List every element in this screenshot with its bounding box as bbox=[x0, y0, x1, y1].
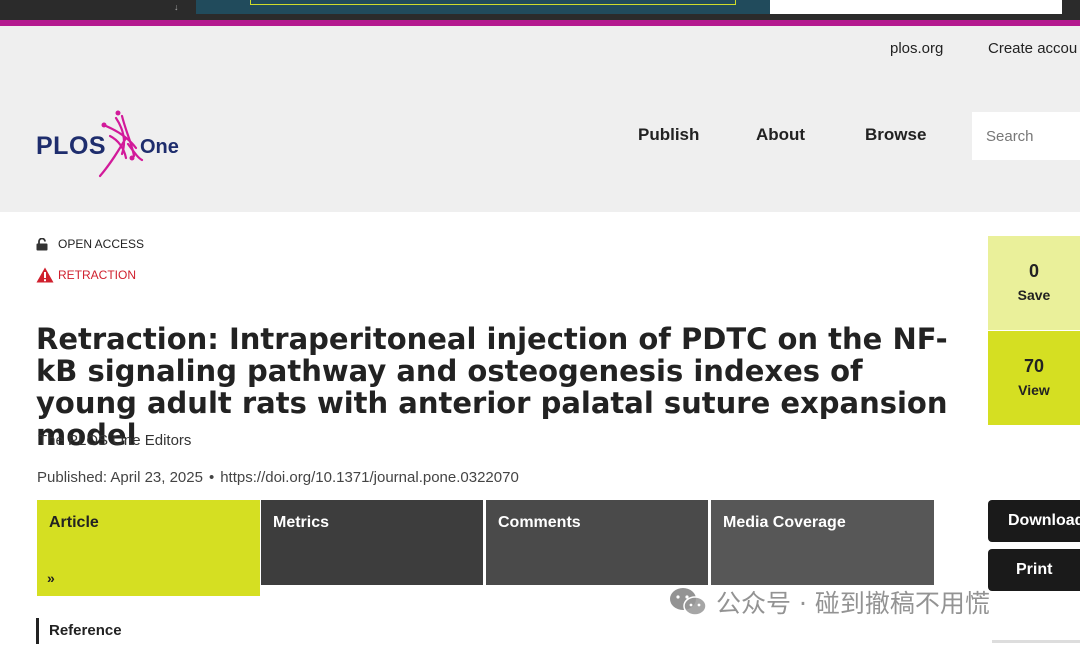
published-date: Published: April 23, 2025 bbox=[37, 469, 203, 486]
wechat-watermark: 公众号 · 碰到撤稿不用慌 bbox=[668, 584, 990, 620]
retraction-label: RETRACTION bbox=[36, 267, 136, 283]
plos-org-link[interactable]: plos.org bbox=[890, 40, 943, 57]
open-access-label: OPEN ACCESS bbox=[36, 237, 144, 251]
tab-metrics-label: Metrics bbox=[273, 514, 330, 531]
warning-icon bbox=[36, 267, 54, 283]
banner-white-panel bbox=[770, 0, 1062, 14]
ad-banner[interactable] bbox=[196, 0, 770, 14]
tab-comments[interactable]: Comments bbox=[486, 500, 708, 585]
site-header: plos.org Create accou PLOS One Publish A… bbox=[0, 26, 1080, 212]
open-lock-icon bbox=[36, 237, 48, 250]
sidebar-item-reference[interactable]: Reference bbox=[36, 618, 122, 644]
tab-media-coverage-label: Media Coverage bbox=[723, 514, 846, 531]
tab-article[interactable]: Article » bbox=[37, 500, 260, 596]
wechat-icon bbox=[670, 588, 707, 616]
publication-info: Published: April 23, 2025 • https://doi.or… bbox=[37, 469, 519, 486]
tab-comments-label: Comments bbox=[498, 514, 581, 531]
save-label: Save bbox=[1017, 287, 1051, 303]
view-metric[interactable]: 70 View bbox=[988, 331, 1080, 425]
save-metric[interactable]: 0 Save bbox=[988, 236, 1080, 330]
create-account-link[interactable]: Create accou bbox=[988, 40, 1077, 57]
download-button[interactable]: Download bbox=[988, 500, 1080, 542]
save-count: 0 bbox=[1028, 261, 1039, 281]
logo-one-text: One bbox=[140, 136, 179, 158]
open-access-text: OPEN ACCESS bbox=[58, 237, 145, 251]
article-author[interactable]: The PLOS One Editors bbox=[38, 432, 191, 449]
sidebar-divider bbox=[992, 640, 1080, 643]
banner-arrow-icon: ↓ bbox=[174, 2, 179, 12]
tab-article-label: Article bbox=[49, 514, 99, 531]
tab-metrics[interactable]: Metrics bbox=[261, 500, 483, 585]
retraction-text: RETRACTION bbox=[58, 268, 136, 282]
tab-media-coverage[interactable]: Media Coverage bbox=[711, 500, 934, 585]
nav-browse[interactable]: Browse bbox=[865, 125, 926, 145]
chevron-double-down-icon: » bbox=[47, 570, 55, 586]
nav-publish[interactable]: Publish bbox=[638, 125, 699, 145]
search-input[interactable] bbox=[972, 112, 1080, 160]
doi-link[interactable]: https://doi.org/10.1371/journal.pone.032… bbox=[220, 469, 519, 486]
view-label: View bbox=[1018, 382, 1050, 398]
logo-plos-text: PLOS bbox=[36, 132, 107, 160]
watermark-text: 公众号 · 碰到撤稿不用慌 bbox=[716, 589, 990, 618]
print-button[interactable]: Print bbox=[988, 549, 1080, 591]
plos-one-logo[interactable]: PLOS One bbox=[36, 108, 196, 188]
separator-dot: • bbox=[208, 469, 215, 486]
nav-about[interactable]: About bbox=[756, 125, 805, 145]
view-count: 70 bbox=[1023, 356, 1045, 376]
top-banner-strip: ↓ bbox=[0, 0, 1080, 20]
